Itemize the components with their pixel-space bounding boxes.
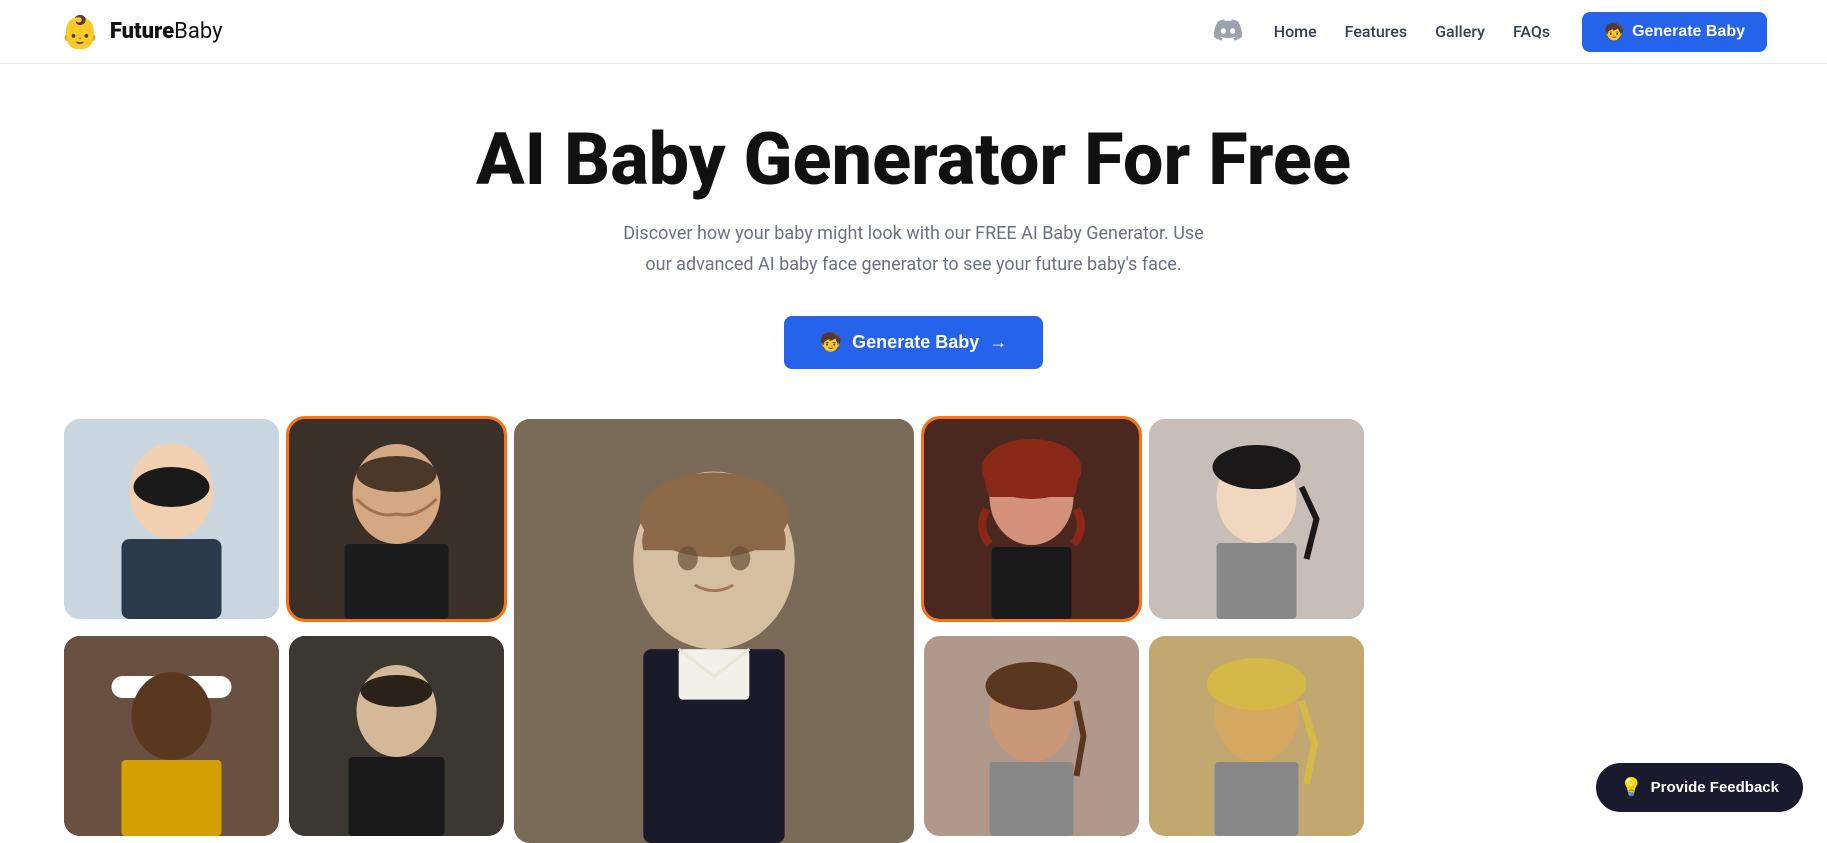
gallery-lebron[interactable] xyxy=(64,636,279,836)
photo-asian-woman xyxy=(1149,419,1364,619)
nav-features[interactable]: Features xyxy=(1345,22,1407,41)
nav-generate-button[interactable]: 🧒 Generate Baby xyxy=(1582,12,1767,52)
gallery-asian-man[interactable] xyxy=(64,419,279,619)
nav-generate-icon: 🧒 xyxy=(1604,22,1624,42)
gallery-beyonce[interactable] xyxy=(1149,636,1364,836)
gallery-baby-result[interactable] xyxy=(514,419,914,843)
gallery-section xyxy=(0,419,1827,843)
nav-right: Home Features Gallery FAQs 🧒 Generate Ba… xyxy=(1214,12,1767,52)
feedback-button[interactable]: 💡 Provide Feedback xyxy=(1596,763,1803,812)
hero-generate-icon: 🧒 xyxy=(820,332,842,353)
gallery-asian-woman[interactable] xyxy=(1149,419,1364,619)
logo[interactable]: 👶 FutureBaby xyxy=(60,16,223,48)
nav-home[interactable]: Home xyxy=(1274,22,1317,41)
nav-faqs[interactable]: FAQs xyxy=(1513,22,1550,41)
hero-subtitle: Discover how your baby might look with o… xyxy=(20,219,1807,280)
gallery-leo[interactable] xyxy=(289,419,504,619)
hero-generate-button[interactable]: 🧒 Generate Baby → xyxy=(784,316,1043,369)
photo-leo xyxy=(289,419,504,619)
discord-icon[interactable] xyxy=(1214,16,1242,48)
brand-name: FutureBaby xyxy=(110,19,223,44)
navbar: 👶 FutureBaby Home Features Gallery FAQs … xyxy=(0,0,1827,64)
gallery-right-grid xyxy=(924,419,1364,843)
photo-beyonce xyxy=(1149,636,1364,836)
hero-generate-arrow: → xyxy=(989,332,1007,353)
photo-asian-man xyxy=(64,419,279,619)
hero-section: AI Baby Generator For Free Discover how … xyxy=(0,64,1827,409)
photo-lebron xyxy=(64,636,279,836)
hero-title: AI Baby Generator For Free xyxy=(20,120,1807,199)
gallery-center xyxy=(514,419,914,843)
gallery-tom[interactable] xyxy=(289,636,504,836)
nav-gallery[interactable]: Gallery xyxy=(1435,22,1485,41)
gallery-redhead[interactable] xyxy=(924,419,1139,619)
feedback-icon: 💡 xyxy=(1620,777,1642,798)
gallery-left-grid xyxy=(64,419,504,843)
nav-links: Home Features Gallery FAQs xyxy=(1274,22,1550,41)
photo-tom xyxy=(289,636,504,836)
hero-generate-label: Generate Baby xyxy=(852,332,979,353)
gallery-zendaya[interactable] xyxy=(924,636,1139,836)
logo-icon: 👶 xyxy=(60,16,100,48)
photo-baby-center xyxy=(514,419,914,843)
feedback-label: Provide Feedback xyxy=(1651,779,1779,796)
photo-redhead xyxy=(924,419,1139,619)
photo-zendaya xyxy=(924,636,1139,836)
gallery-columns xyxy=(64,419,1764,843)
nav-generate-label: Generate Baby xyxy=(1632,23,1745,41)
